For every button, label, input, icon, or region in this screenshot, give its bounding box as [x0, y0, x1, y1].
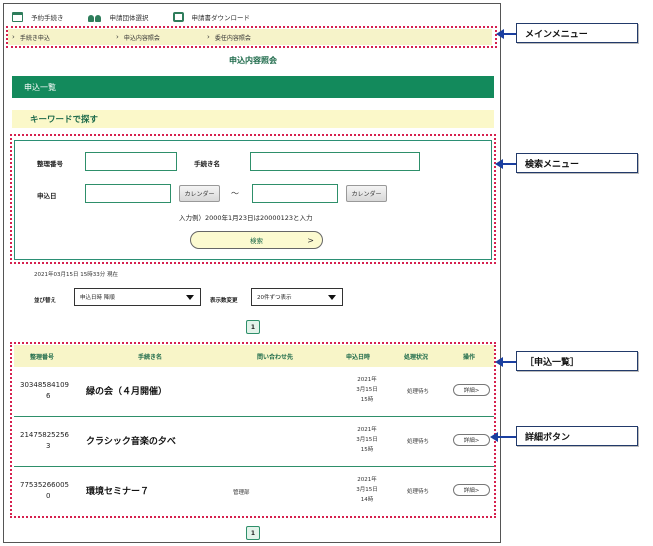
nav-reservation[interactable]: 予約手続き: [12, 10, 64, 24]
calendar-icon: [12, 12, 23, 22]
main-menu-arrow-line: [502, 33, 516, 35]
display-count-label: 表示数変更: [210, 298, 238, 304]
main-menu-callout: メインメニュー: [516, 23, 638, 43]
list-arrow-line: [501, 361, 516, 363]
list-highlight: [10, 342, 496, 518]
dropdown-arrow-icon: [186, 295, 194, 300]
sort-label: 並び替え: [34, 298, 57, 304]
nav-download[interactable]: 申請書ダウンロード: [172, 10, 251, 24]
search-menu-callout: 検索メニュー: [516, 153, 638, 173]
search-menu-arrow-line: [501, 163, 516, 165]
search-menu-highlight: [10, 134, 496, 264]
current-timestamp: 2021年03月15日 15時33分 現在: [34, 272, 118, 278]
page-title: 申込内容照会: [229, 56, 277, 65]
pagination-page-bottom[interactable]: 1: [246, 526, 260, 540]
nav-download-label: 申請書ダウンロード: [191, 14, 251, 22]
detail-button-callout: 詳細ボタン: [516, 426, 638, 446]
detail-button-arrow-line: [496, 436, 516, 438]
app-screenshot-frame: 予約手続き 申請団体選択 申請書ダウンロード › 手続き申込 › 申込内容照会 …: [3, 3, 501, 543]
dropdown-arrow-icon: [328, 295, 336, 300]
list-banner: 申込一覧: [12, 76, 494, 98]
pagination-page-top[interactable]: 1: [246, 320, 260, 334]
nav-group-select[interactable]: 申請団体選択: [87, 10, 149, 24]
nav-group-select-label: 申請団体選択: [109, 14, 149, 22]
top-navigation: 予約手続き 申請団体選択 申請書ダウンロード: [12, 10, 274, 24]
sort-select[interactable]: 申込日時 降順: [74, 288, 201, 306]
arrow-left-icon: [490, 432, 498, 442]
list-callout: ［申込一覧］: [516, 351, 638, 371]
display-count-value: 20件ずつ表示: [257, 295, 292, 301]
main-menu-highlight: [6, 26, 497, 48]
arrow-left-icon: [495, 159, 503, 169]
nav-reservation-label: 予約手続き: [31, 14, 64, 22]
document-icon: [172, 12, 184, 22]
display-count-select[interactable]: 20件ずつ表示: [251, 288, 343, 306]
arrow-left-icon: [496, 29, 504, 39]
keyword-heading: キーワードで探す: [12, 110, 494, 128]
arrow-left-icon: [495, 357, 503, 367]
sort-select-value: 申込日時 降順: [80, 295, 115, 301]
group-icon: [87, 12, 102, 22]
